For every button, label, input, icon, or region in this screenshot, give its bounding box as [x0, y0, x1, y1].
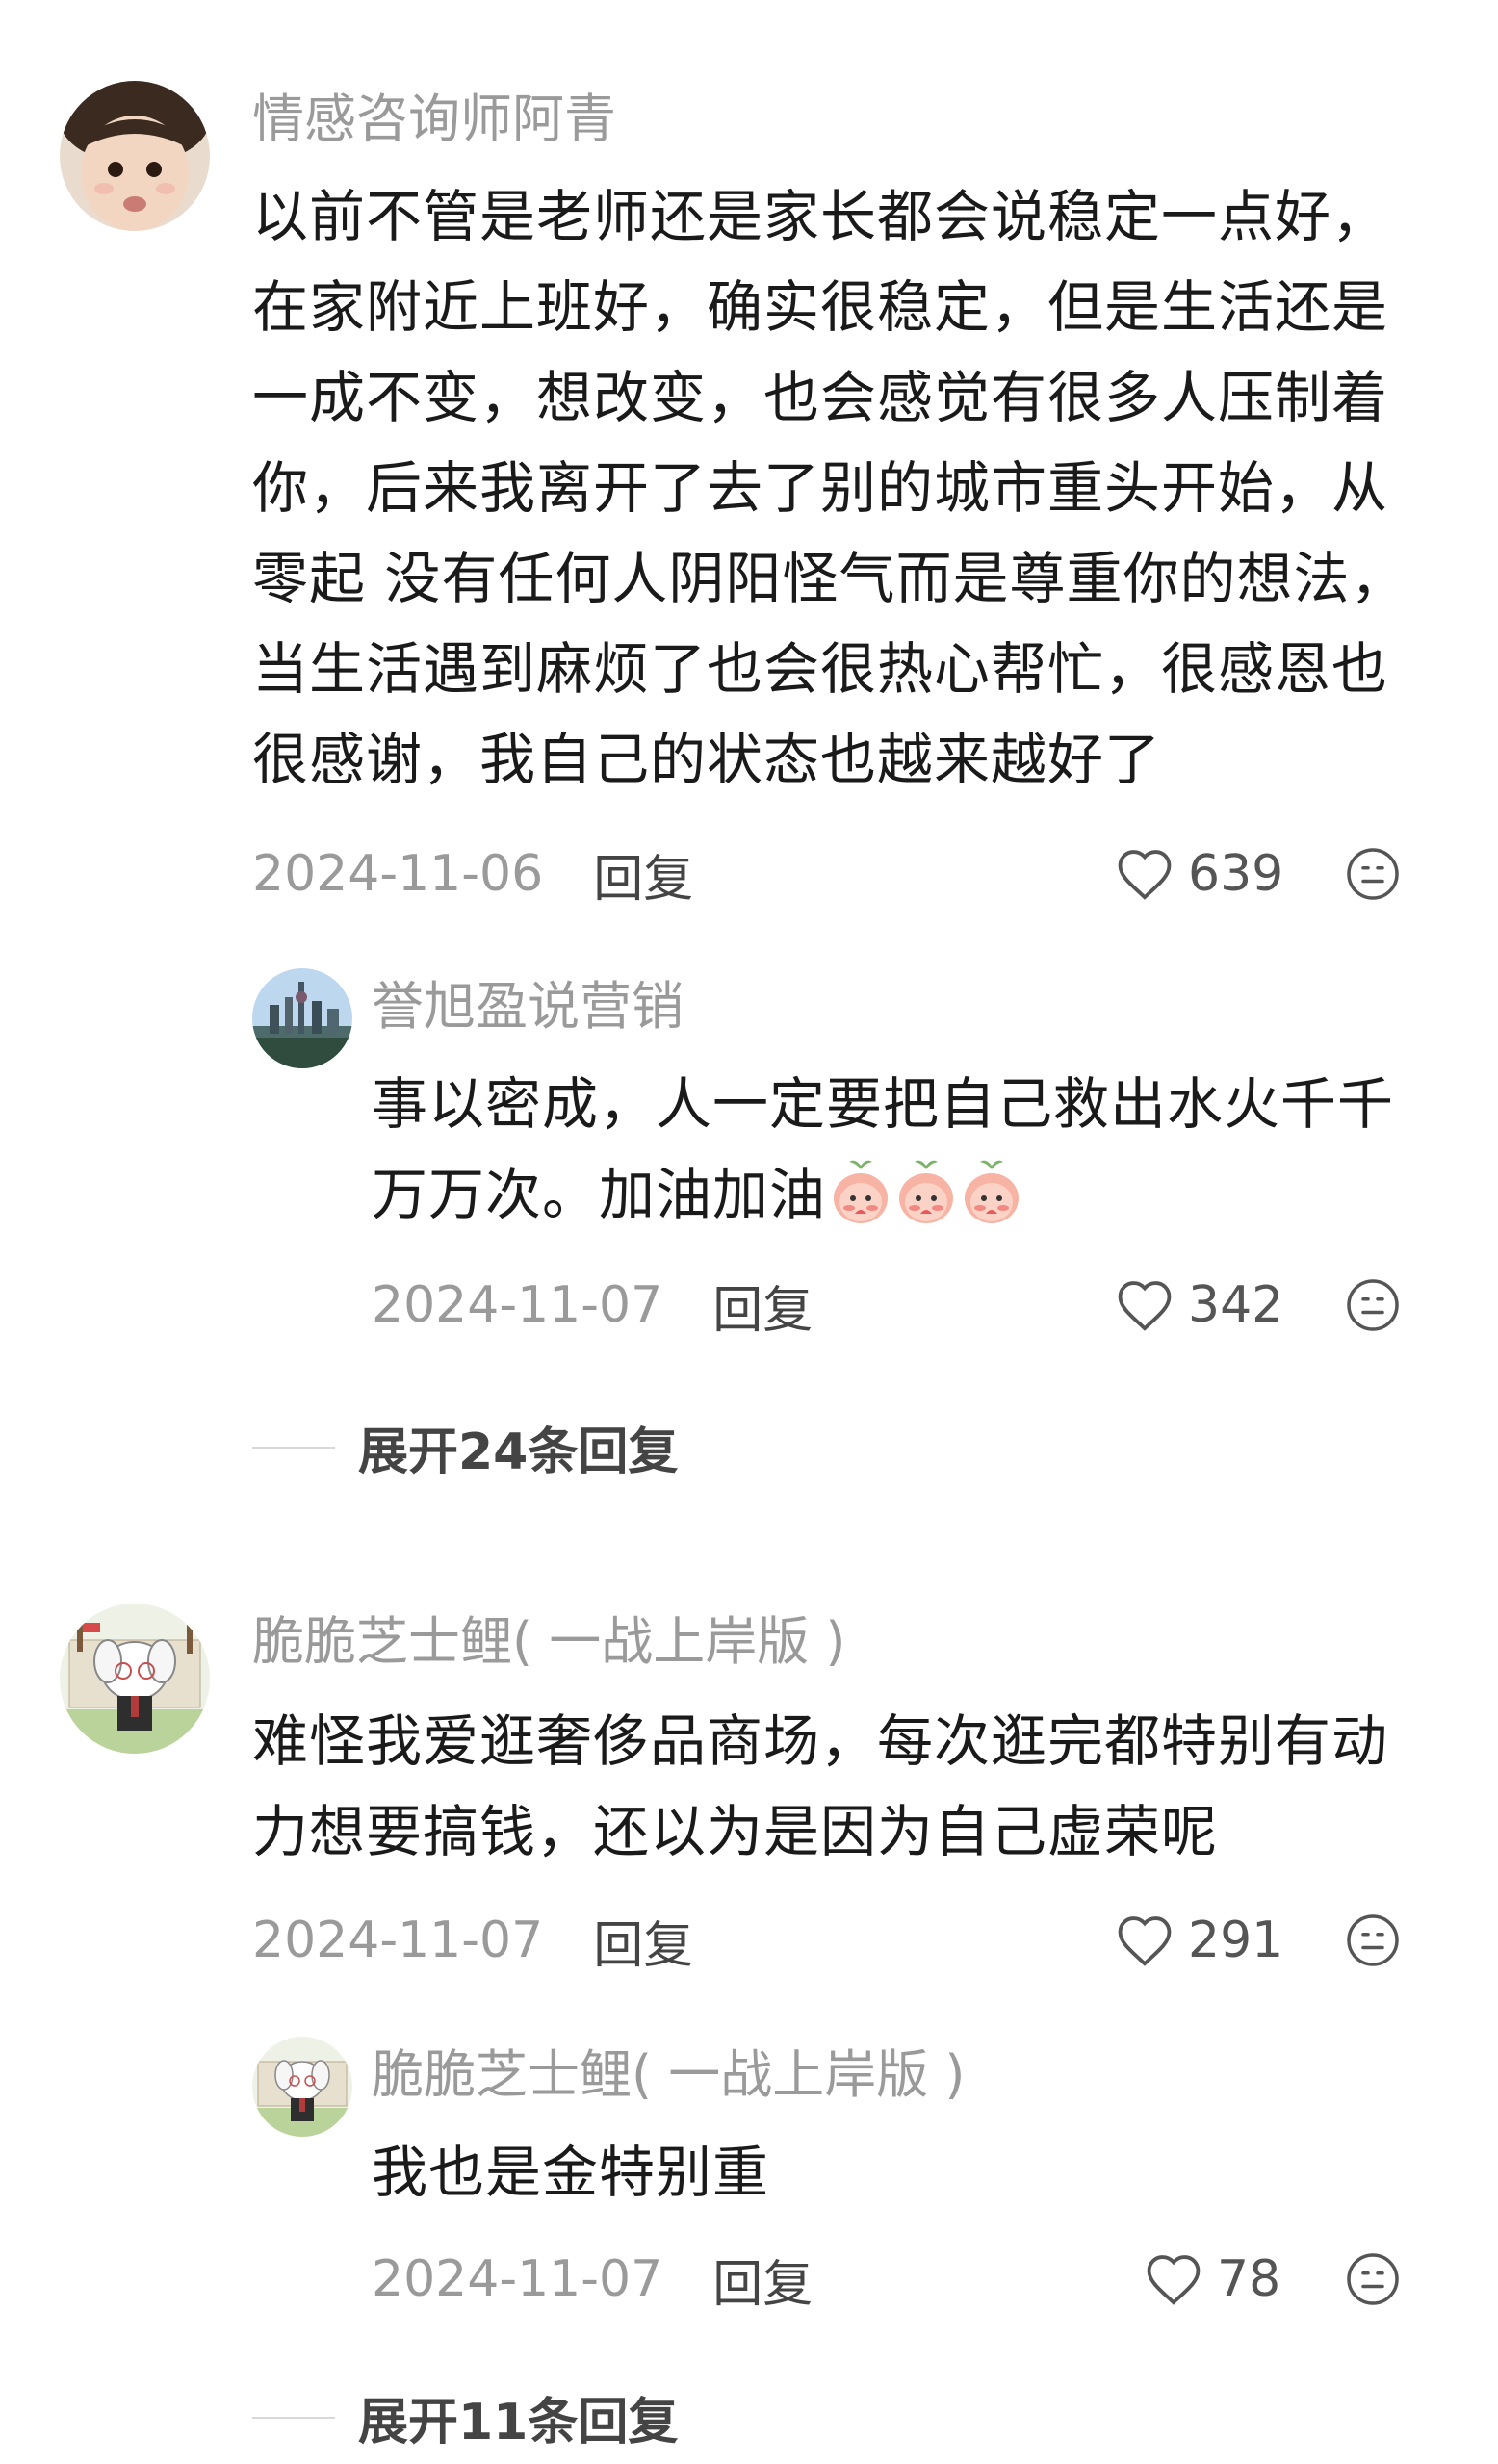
emoji-face-icon[interactable]: [1344, 845, 1402, 903]
like-button[interactable]: 291: [1115, 1902, 1283, 1979]
like-count: 291: [1188, 1912, 1284, 1969]
peach-blush-sticker: [830, 1156, 891, 1225]
heart-outline-icon: [1118, 1281, 1172, 1331]
like-count: 639: [1188, 845, 1284, 903]
comment-text-line: 你，后来我离开了去了别的城市重头开始，从: [252, 455, 1389, 521]
reply-avatar[interactable]: [252, 2037, 352, 2137]
expand-replies-label: 展开11条回复: [358, 2394, 679, 2451]
comment-username[interactable]: 情感咨询师阿青: [252, 89, 616, 150]
comment-text-line: 难怪我爱逛奢侈品商场，每次逛完都特别有动: [252, 1708, 1389, 1774]
comment-text-line: 以前不管是老师还是家长都会说稳定一点好，: [252, 184, 1389, 249]
reply-text: 我也是金特别重: [372, 2127, 1459, 2218]
like-button[interactable]: 342: [1115, 1267, 1283, 1344]
reply-date: 2024-11-07: [372, 1276, 663, 1334]
comment-text: 难怪我爱逛奢侈品商场，每次逛完都特别有动 力想要搞钱，还以为是因为自己虚荣呢: [252, 1696, 1456, 1877]
comment-text-line: 零起 没有任何人阴阳怪气而是尊重你的想法，: [252, 546, 1408, 611]
reply-button[interactable]: 回复: [712, 1270, 813, 1342]
comment-meta: 2024-11-07 回复: [252, 1902, 693, 1979]
reply-username[interactable]: 誉旭盈说营销: [372, 976, 684, 1038]
comment-meta: 2024-11-06 回复: [252, 835, 693, 912]
comment-text-line: 当生活遇到麻烦了也会很热心帮忙，很感恩也: [252, 636, 1389, 702]
reply-text-line: 我也是金特别重: [372, 2140, 770, 2205]
emoji-face-icon[interactable]: [1344, 2250, 1402, 2308]
reply-meta: 2024-11-07 回复: [372, 1267, 813, 1344]
reply-text-line: 事以密成，人一定要把自己救出水火千千: [372, 1071, 1395, 1137]
expand-replies-label: 展开24条回复: [358, 1424, 679, 1481]
reply-text-line: 万万次。加油加油: [372, 1149, 1459, 1240]
reply-button[interactable]: 回复: [712, 2244, 813, 2316]
comment-text-line: 力想要搞钱，还以为是因为自己虚荣呢: [252, 1799, 1219, 1864]
comment-text-line: 一成不变，想改变，也会感觉有很多人压制着: [252, 365, 1389, 430]
expand-replies-button[interactable]: 展开11条回复: [252, 2381, 678, 2453]
like-count: 78: [1217, 2250, 1281, 2308]
like-button[interactable]: 78: [1144, 2241, 1280, 2318]
heart-outline-icon: [1147, 2255, 1201, 2305]
reply-avatar[interactable]: [252, 968, 352, 1068]
comment-text-line: 很感谢，我自己的状态也越来越好了: [252, 727, 1162, 792]
expand-replies-button[interactable]: 展开24条回复: [252, 1411, 678, 1483]
reply-date: 2024-11-07: [372, 2250, 663, 2308]
heart-outline-icon: [1118, 850, 1172, 900]
divider: [252, 2416, 335, 2419]
comment-date: 2024-11-06: [252, 845, 544, 903]
like-button[interactable]: 639: [1115, 835, 1283, 912]
peach-blush-sticker: [961, 1156, 1022, 1225]
peach-blush-sticker: [895, 1156, 957, 1225]
reply-button[interactable]: 回复: [593, 1905, 693, 1977]
comment-date: 2024-11-07: [252, 1912, 544, 1969]
reply-text: 事以密成，人一定要把自己救出水火千千 万万次。加油加油: [372, 1059, 1459, 1240]
comment-text-line: 在家附近上班好，确实很稳定，但是生活还是: [252, 274, 1389, 340]
emoji-face-icon[interactable]: [1344, 1912, 1402, 1969]
comment-text: 以前不管是老师还是家长都会说稳定一点好， 在家附近上班好，确实很稳定，但是生活还…: [252, 171, 1456, 805]
comment-username[interactable]: 脆脆芝士鲤( 一战上岸版 ): [252, 1611, 845, 1673]
heart-outline-icon: [1118, 1916, 1172, 1966]
reply-username[interactable]: 脆脆芝士鲤( 一战上岸版 ): [372, 2044, 965, 2106]
like-count: 342: [1188, 1276, 1284, 1334]
avatar[interactable]: [60, 1604, 210, 1754]
divider: [252, 1446, 335, 1449]
emoji-face-icon[interactable]: [1344, 1276, 1402, 1334]
avatar[interactable]: [60, 81, 210, 231]
reply-button[interactable]: 回复: [593, 838, 693, 911]
reply-meta: 2024-11-07 回复: [372, 2241, 813, 2318]
